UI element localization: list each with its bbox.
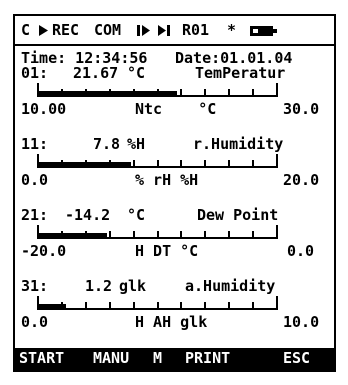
scale-tick: [204, 231, 206, 239]
channel-unit: %H: [127, 135, 146, 153]
channel-block: 11: 7.8 %H r.Humidity 0.0 % rH %H 20.0: [15, 137, 334, 217]
bar-graph: [37, 83, 278, 97]
scale-tick: [276, 154, 278, 168]
channel-block: 31: 1.2 glk a.Humidity 0.0 H AH glk 10.0: [15, 279, 334, 359]
bar-graph: [37, 154, 278, 168]
scale-tick: [228, 160, 230, 168]
softkey-print[interactable]: PRINT: [185, 351, 230, 366]
level-fill: [37, 304, 66, 310]
channel-name: a.Humidity: [185, 277, 276, 295]
scale-units: % rH %H: [135, 171, 199, 189]
softkey-manu[interactable]: MANU: [93, 351, 129, 366]
scale-min: -20.0: [21, 242, 67, 260]
com-indicator: COM: [94, 21, 122, 39]
scale-tick: [252, 160, 254, 168]
channel-name: r.Humidity: [193, 135, 284, 153]
scale-tick: [276, 296, 278, 310]
play-icon: [39, 25, 48, 36]
scale-tick: [228, 302, 230, 310]
scale-tick: [157, 231, 159, 239]
softkey-esc[interactable]: ESC: [283, 351, 310, 366]
level-fill: [37, 91, 177, 97]
scale-max: 30.0: [283, 100, 320, 118]
scale-tick: [133, 302, 135, 310]
scale-units: Ntc °C: [135, 100, 217, 118]
status-separator: [15, 44, 334, 46]
scale-tick: [109, 302, 111, 310]
bar-play-icon: [137, 25, 150, 36]
channel-block: 01: 21.67 °C TemPeratur 10.00 Ntc °C 30.…: [15, 66, 334, 146]
rec-indicator: REC: [52, 21, 80, 39]
channel-number: 01:: [21, 64, 49, 82]
scale-min: 10.00: [21, 100, 67, 118]
level-fill: [37, 162, 131, 168]
channel-unit: glk: [119, 277, 147, 295]
channel-value: -14.2: [65, 206, 111, 224]
scale-tick: [180, 302, 182, 310]
scale-tick: [252, 302, 254, 310]
scale-tick: [276, 225, 278, 239]
scale-tick: [85, 302, 87, 310]
asterisk-indicator: *: [227, 21, 237, 39]
channel-value: 21.67: [73, 64, 119, 82]
scale-tick: [157, 160, 159, 168]
scale-tick: [252, 231, 254, 239]
program-indicator: R01: [182, 21, 210, 39]
bar-graph: [37, 296, 278, 310]
softkey-m[interactable]: M: [153, 351, 162, 366]
channel-value: 1.2: [85, 277, 113, 295]
scale-tick: [204, 160, 206, 168]
softkey-bar: START MANU M PRINT ESC: [15, 348, 334, 370]
battery-icon: [250, 26, 277, 36]
scale-units: H AH glk: [135, 313, 208, 331]
lcd-display: C REC COM R01 * Time: 12:34:56 Date:01.0…: [13, 14, 336, 372]
scale-max: 20.0: [283, 171, 320, 189]
scale-tick: [252, 89, 254, 97]
scale-min: 0.0: [21, 313, 49, 331]
scale-tick: [133, 160, 135, 168]
scale-max: 0.0: [287, 242, 315, 260]
channel-name: TemPeratur: [195, 64, 286, 82]
scale-tick: [157, 302, 159, 310]
scale-tick: [276, 83, 278, 97]
channel-number: 21:: [21, 206, 49, 224]
channel-value: 7.8: [93, 135, 121, 153]
channel-name: Dew Point: [197, 206, 279, 224]
channel-unit: °C: [127, 64, 146, 82]
channel-unit: °C: [127, 206, 146, 224]
channel-block: 21: -14.2 °C Dew Point -20.0 H DT °C 0.0: [15, 208, 334, 288]
scale-tick: [204, 89, 206, 97]
scale-tick: [180, 89, 182, 97]
bar-graph: [37, 225, 278, 239]
scale-tick: [228, 89, 230, 97]
scale-tick: [228, 231, 230, 239]
channel-number: 11:: [21, 135, 49, 153]
scale-tick: [109, 231, 111, 239]
softkey-start[interactable]: START: [19, 351, 64, 366]
scale-min: 0.0: [21, 171, 49, 189]
level-fill: [37, 233, 107, 239]
scale-max: 10.0: [283, 313, 320, 331]
scale-tick: [180, 231, 182, 239]
scale-tick: [180, 160, 182, 168]
skip-next-icon: [158, 25, 170, 36]
scale-tick: [133, 231, 135, 239]
scale-tick: [204, 302, 206, 310]
scale-units: H DT °C: [135, 242, 199, 260]
channel-number: 31:: [21, 277, 49, 295]
mode-indicator: C: [21, 21, 31, 39]
